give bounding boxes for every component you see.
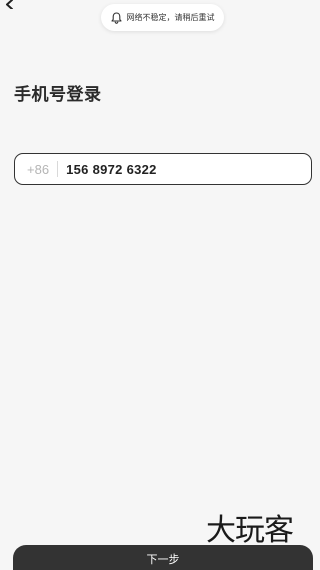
toast-message: 网络不稳定，请稍后重试 — [126, 13, 215, 22]
network-toast: 网络不稳定，请稍后重试 — [101, 4, 224, 31]
next-button[interactable]: 下一步 — [13, 545, 313, 570]
page-title: 手机号登录 — [14, 85, 102, 105]
phone-input[interactable]: 156 8972 6322 — [66, 162, 157, 177]
watermark-logo: 大玩客 — [206, 513, 294, 548]
bell-icon — [110, 11, 122, 24]
field-divider — [57, 161, 59, 177]
phone-field[interactable]: +86 156 8972 6322 — [14, 153, 312, 185]
back-button[interactable] — [0, 0, 18, 12]
country-code[interactable]: +86 — [27, 162, 49, 177]
chevron-left-icon — [5, 0, 13, 9]
